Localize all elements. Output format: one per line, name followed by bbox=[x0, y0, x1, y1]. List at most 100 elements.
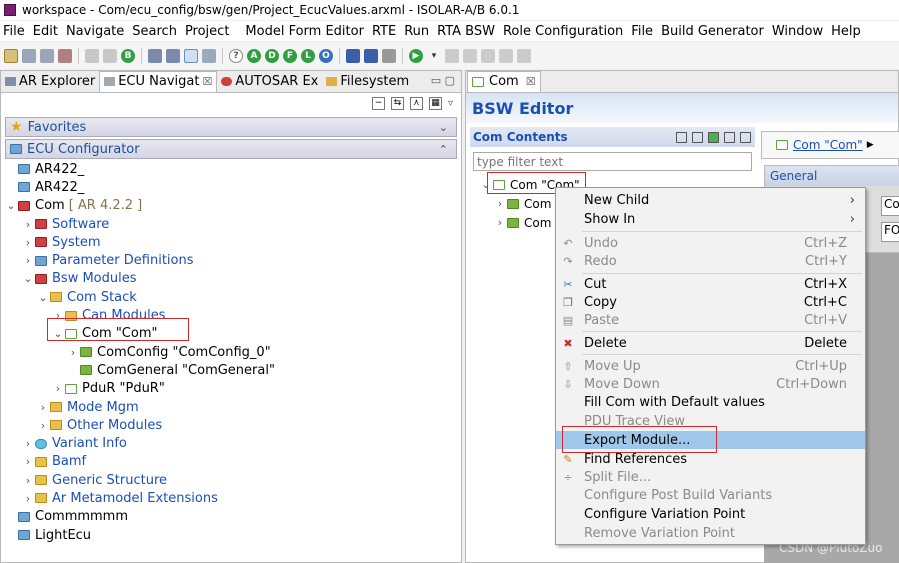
menu-item-new-child[interactable]: New Child › bbox=[556, 191, 865, 209]
tree-item-software[interactable]: › Software bbox=[1, 215, 461, 233]
tree-item-ar422-1[interactable]: AR422_ bbox=[1, 160, 461, 178]
chevron-right-icon[interactable]: › bbox=[21, 455, 35, 468]
generator-icon[interactable] bbox=[382, 49, 396, 63]
tree-item-bsw-modules[interactable]: ⌄ Bsw Modules bbox=[1, 270, 461, 288]
build-b-icon[interactable]: B bbox=[121, 49, 135, 63]
new-icon[interactable] bbox=[4, 49, 18, 63]
menu-search[interactable]: Search bbox=[132, 24, 177, 39]
menu-file-2[interactable]: File bbox=[631, 24, 653, 39]
tree-item-pdur[interactable]: › PduR "PduR" bbox=[1, 380, 461, 398]
nav2-icon[interactable] bbox=[463, 49, 477, 63]
f-icon[interactable]: F bbox=[283, 49, 297, 63]
tree-item-commmmmm[interactable]: Commmmmm bbox=[1, 508, 461, 526]
expand-arrow-icon[interactable]: ⌄ bbox=[36, 291, 50, 304]
nav-back-icon[interactable] bbox=[499, 49, 513, 63]
tree-item-mode-mgm[interactable]: › Mode Mgm bbox=[1, 398, 461, 416]
chevron-right-icon[interactable]: › bbox=[21, 236, 35, 249]
tab-ecu-navigator[interactable]: ECU Navigat ☒ bbox=[99, 71, 218, 92]
dropdown-icon[interactable]: ▾ bbox=[427, 49, 441, 63]
grid-icon[interactable] bbox=[740, 131, 751, 143]
filter-icon[interactable]: ⋏ bbox=[409, 96, 423, 110]
general-header[interactable]: General bbox=[765, 166, 899, 186]
expand-arrow-icon[interactable]: ⌄ bbox=[21, 272, 35, 285]
menu-item-configure-post-build[interactable]: Configure Post Build Variants bbox=[556, 486, 865, 504]
filter-input[interactable] bbox=[473, 152, 752, 171]
document-icon[interactable] bbox=[724, 131, 735, 143]
o-icon[interactable]: O bbox=[319, 49, 333, 63]
menu-window[interactable]: Window bbox=[772, 24, 823, 39]
menu-run[interactable]: Run bbox=[404, 24, 429, 39]
tab-ar-explorer[interactable]: AR Explorer bbox=[1, 72, 99, 92]
menu-item-undo[interactable]: ↶ Undo Ctrl+Z bbox=[556, 234, 865, 252]
menu-item-show-in[interactable]: Show In › bbox=[556, 210, 865, 228]
menu-edit[interactable]: Edit bbox=[33, 24, 58, 39]
l-icon[interactable]: L bbox=[301, 49, 315, 63]
view-menu-icon[interactable]: ▦ bbox=[428, 96, 442, 110]
filter-icon[interactable] bbox=[692, 131, 703, 143]
chevron-right-icon[interactable]: › bbox=[51, 382, 65, 395]
tree-item-system[interactable]: › System bbox=[1, 233, 461, 251]
chevron-right-icon[interactable]: › bbox=[21, 218, 35, 231]
menu-item-copy[interactable]: ❐ Copy Ctrl+C bbox=[556, 293, 865, 311]
collapse-all-icon[interactable]: − bbox=[371, 96, 385, 110]
rta-icon[interactable] bbox=[364, 49, 378, 63]
menu-item-delete[interactable]: ✖ Delete Delete bbox=[556, 334, 865, 352]
tool-icon[interactable] bbox=[148, 49, 162, 63]
tree-item-other-modules[interactable]: › Other Modules bbox=[1, 416, 461, 434]
menu-help[interactable]: Help bbox=[831, 24, 861, 39]
a-icon[interactable]: A bbox=[247, 49, 261, 63]
tree-item-parameter-definitions[interactable]: › Parameter Definitions bbox=[1, 251, 461, 269]
help-icon[interactable]: ? bbox=[229, 49, 243, 63]
menu-item-paste[interactable]: ▤ Paste Ctrl+V bbox=[556, 311, 865, 329]
d-icon[interactable]: D bbox=[265, 49, 279, 63]
link-editor-icon[interactable]: ⇆ bbox=[390, 96, 404, 110]
settings-icon[interactable] bbox=[58, 49, 72, 63]
chevron-right-icon[interactable]: › bbox=[21, 492, 35, 505]
menu-model-form-editor[interactable]: Model Form Editor bbox=[245, 24, 364, 39]
close-icon[interactable]: ☒ bbox=[526, 75, 536, 88]
back-icon[interactable] bbox=[85, 49, 99, 63]
menu-item-redo[interactable]: ↷ Redo Ctrl+Y bbox=[556, 252, 865, 270]
collapse-icon[interactable] bbox=[676, 131, 687, 143]
run-icon[interactable]: ▶ bbox=[409, 49, 423, 63]
general-field-1[interactable]: Co bbox=[881, 196, 899, 216]
tab-com-editor[interactable]: Com ☒ bbox=[467, 71, 541, 92]
menu-item-move-down[interactable]: ⇩ Move Down Ctrl+Down bbox=[556, 375, 865, 393]
chevron-right-icon[interactable]: › bbox=[36, 401, 50, 414]
tree-item-com-config[interactable]: › ComConfig "ComConfig_0" bbox=[1, 343, 461, 361]
chevron-right-icon[interactable]: › bbox=[66, 346, 80, 359]
favorites-section[interactable]: ★ Favorites ⌄ bbox=[5, 117, 457, 137]
nav3-icon[interactable] bbox=[481, 49, 495, 63]
ecu-configurator-section[interactable]: ECU Configurator ⌃ bbox=[5, 139, 457, 159]
tab-filesystem[interactable]: Filesystem bbox=[322, 72, 413, 92]
save-all-icon[interactable] bbox=[40, 49, 54, 63]
tree-item-ar-metamodel-extensions[interactable]: › Ar Metamodel Extensions bbox=[1, 489, 461, 507]
module-button-icon[interactable] bbox=[708, 131, 719, 143]
zoom-icon[interactable] bbox=[202, 49, 216, 63]
tree-item-variant-info[interactable]: › Variant Info bbox=[1, 434, 461, 452]
save-icon[interactable] bbox=[22, 49, 36, 63]
tree-item-generic-structure[interactable]: › Generic Structure bbox=[1, 471, 461, 489]
menu-item-move-up[interactable]: ⇧ Move Up Ctrl+Up bbox=[556, 357, 865, 375]
menu-file[interactable]: File bbox=[3, 24, 25, 39]
tree-item-bamf[interactable]: › Bamf bbox=[1, 453, 461, 471]
tab-autosar-explorer[interactable]: AUTOSAR Ex bbox=[217, 72, 322, 92]
select-tool-icon[interactable] bbox=[184, 49, 198, 63]
chevron-right-icon[interactable]: › bbox=[21, 437, 35, 450]
chevron-up-icon[interactable]: ⌃ bbox=[439, 143, 448, 156]
rte-icon[interactable] bbox=[346, 49, 360, 63]
nav-icon[interactable] bbox=[445, 49, 459, 63]
general-field-2[interactable]: FO bbox=[881, 222, 899, 242]
tree-item-lightecu[interactable]: LightEcu bbox=[1, 526, 461, 544]
tool2-icon[interactable] bbox=[166, 49, 180, 63]
menu-dropdown-icon[interactable]: ▿ bbox=[448, 98, 453, 109]
forward-icon[interactable] bbox=[103, 49, 117, 63]
minimize-maximize-icon[interactable]: ▭ ▢ bbox=[431, 74, 455, 87]
chevron-right-icon[interactable]: › bbox=[493, 197, 507, 210]
chevron-right-icon[interactable]: ▶ bbox=[867, 140, 874, 150]
menu-rte[interactable]: RTE bbox=[372, 24, 396, 39]
menu-role-configuration[interactable]: Role Configuration bbox=[503, 24, 623, 39]
menu-navigate[interactable]: Navigate bbox=[66, 24, 124, 39]
close-icon[interactable]: ☒ bbox=[202, 75, 212, 88]
tree-item-ar422-2[interactable]: AR422_ bbox=[1, 178, 461, 196]
